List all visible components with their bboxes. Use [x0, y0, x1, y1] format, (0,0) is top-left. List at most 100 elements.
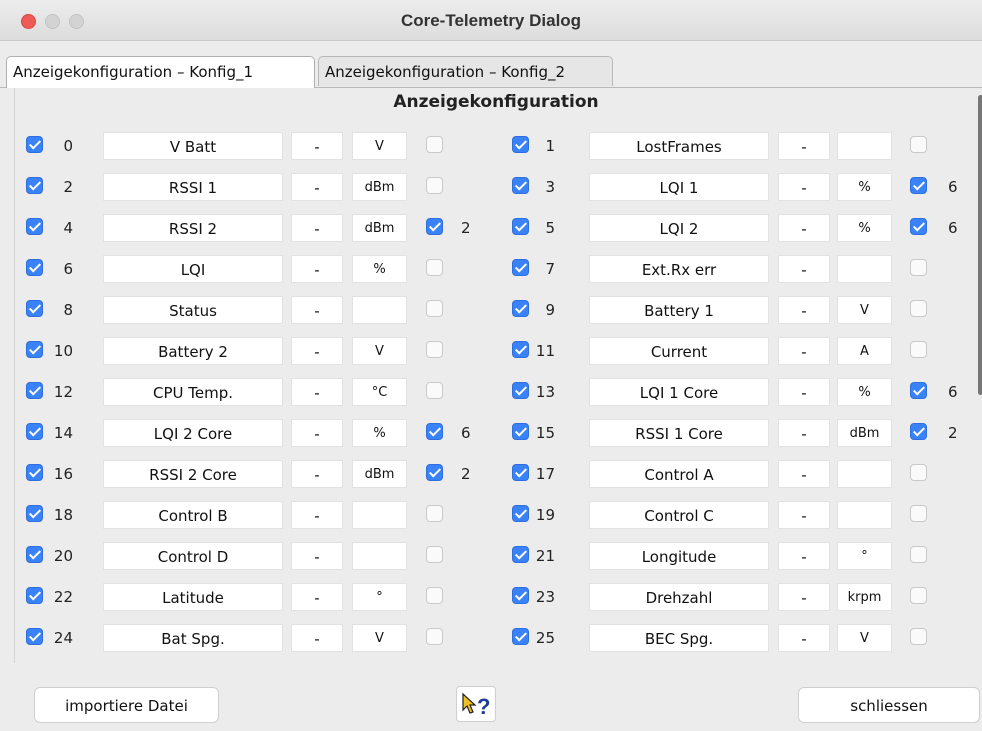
unit-field[interactable] — [837, 255, 892, 283]
alarm-checkbox[interactable] — [426, 628, 443, 645]
value-field[interactable]: - — [291, 542, 343, 570]
value-field[interactable]: - — [291, 214, 343, 242]
alarm-checkbox[interactable] — [910, 177, 927, 194]
unit-field[interactable]: dBm — [837, 419, 892, 447]
enable-checkbox[interactable] — [26, 136, 43, 153]
alarm-checkbox[interactable] — [426, 423, 443, 440]
sensor-name-field[interactable]: Control B — [103, 501, 283, 529]
value-field[interactable]: - — [291, 624, 343, 652]
sensor-name-field[interactable]: Battery 2 — [103, 337, 283, 365]
value-field[interactable]: - — [778, 542, 830, 570]
sensor-name-field[interactable]: Drehzahl — [589, 583, 769, 611]
sensor-name-field[interactable]: Longitude — [589, 542, 769, 570]
alarm-checkbox[interactable] — [426, 464, 443, 481]
unit-field[interactable] — [837, 501, 892, 529]
value-field[interactable]: - — [778, 132, 830, 160]
value-field[interactable]: - — [778, 255, 830, 283]
unit-field[interactable]: A — [837, 337, 892, 365]
alarm-checkbox[interactable] — [910, 300, 927, 317]
enable-checkbox[interactable] — [26, 464, 43, 481]
value-field[interactable]: - — [291, 501, 343, 529]
unit-field[interactable]: V — [352, 132, 407, 160]
alarm-checkbox[interactable] — [910, 341, 927, 358]
alarm-checkbox[interactable] — [426, 300, 443, 317]
unit-field[interactable]: % — [352, 255, 407, 283]
enable-checkbox[interactable] — [26, 546, 43, 563]
sensor-name-field[interactable]: RSSI 2 — [103, 214, 283, 242]
unit-field[interactable] — [837, 132, 892, 160]
alarm-checkbox[interactable] — [426, 546, 443, 563]
unit-field[interactable]: ° — [352, 583, 407, 611]
value-field[interactable]: - — [778, 624, 830, 652]
enable-checkbox[interactable] — [26, 423, 43, 440]
sensor-name-field[interactable]: LQI — [103, 255, 283, 283]
value-field[interactable]: - — [778, 337, 830, 365]
unit-field[interactable]: ° — [837, 542, 892, 570]
value-field[interactable]: - — [291, 255, 343, 283]
value-field[interactable]: - — [291, 419, 343, 447]
alarm-checkbox[interactable] — [910, 136, 927, 153]
enable-checkbox[interactable] — [26, 382, 43, 399]
enable-checkbox[interactable] — [26, 300, 43, 317]
alarm-checkbox[interactable] — [910, 464, 927, 481]
value-field[interactable]: - — [778, 173, 830, 201]
tab-konfig-1[interactable]: Anzeigekonfiguration – Konfig_1 — [6, 56, 315, 88]
value-field[interactable]: - — [291, 173, 343, 201]
sensor-name-field[interactable]: LQI 2 Core — [103, 419, 283, 447]
unit-field[interactable] — [352, 296, 407, 324]
sensor-name-field[interactable]: RSSI 2 Core — [103, 460, 283, 488]
unit-field[interactable]: V — [837, 296, 892, 324]
value-field[interactable]: - — [291, 132, 343, 160]
value-field[interactable]: - — [778, 419, 830, 447]
enable-checkbox[interactable] — [26, 218, 43, 235]
value-field[interactable]: - — [778, 378, 830, 406]
sensor-name-field[interactable]: Status — [103, 296, 283, 324]
alarm-checkbox[interactable] — [910, 382, 927, 399]
value-field[interactable]: - — [778, 296, 830, 324]
close-button[interactable]: schliessen — [798, 687, 980, 723]
enable-checkbox[interactable] — [26, 177, 43, 194]
sensor-name-field[interactable]: LostFrames — [589, 132, 769, 160]
sensor-name-field[interactable]: CPU Temp. — [103, 378, 283, 406]
unit-field[interactable]: % — [837, 173, 892, 201]
enable-checkbox[interactable] — [26, 505, 43, 522]
alarm-checkbox[interactable] — [426, 259, 443, 276]
alarm-checkbox[interactable] — [426, 382, 443, 399]
enable-checkbox[interactable] — [26, 587, 43, 604]
value-field[interactable]: - — [291, 583, 343, 611]
sensor-name-field[interactable]: RSSI 1 — [103, 173, 283, 201]
alarm-checkbox[interactable] — [910, 505, 927, 522]
alarm-checkbox[interactable] — [910, 628, 927, 645]
value-field[interactable]: - — [291, 296, 343, 324]
unit-field[interactable]: V — [837, 624, 892, 652]
unit-field[interactable]: krpm — [837, 583, 892, 611]
sensor-name-field[interactable]: BEC Spg. — [589, 624, 769, 652]
enable-checkbox[interactable] — [26, 341, 43, 358]
sensor-name-field[interactable]: RSSI 1 Core — [589, 419, 769, 447]
alarm-checkbox[interactable] — [910, 587, 927, 604]
alarm-checkbox[interactable] — [426, 587, 443, 604]
unit-field[interactable] — [352, 542, 407, 570]
value-field[interactable]: - — [778, 460, 830, 488]
alarm-checkbox[interactable] — [426, 341, 443, 358]
sensor-name-field[interactable]: Ext.Rx err — [589, 255, 769, 283]
alarm-checkbox[interactable] — [910, 423, 927, 440]
alarm-checkbox[interactable] — [426, 218, 443, 235]
enable-checkbox[interactable] — [26, 259, 43, 276]
unit-field[interactable]: V — [352, 624, 407, 652]
sensor-name-field[interactable]: Control D — [103, 542, 283, 570]
sensor-name-field[interactable]: Current — [589, 337, 769, 365]
sensor-name-field[interactable]: Control A — [589, 460, 769, 488]
alarm-checkbox[interactable] — [426, 136, 443, 153]
unit-field[interactable]: % — [837, 214, 892, 242]
import-file-button[interactable]: importiere Datei — [34, 687, 219, 723]
value-field[interactable]: - — [778, 583, 830, 611]
unit-field[interactable]: % — [837, 378, 892, 406]
sensor-name-field[interactable]: LQI 1 — [589, 173, 769, 201]
unit-field[interactable]: dBm — [352, 214, 407, 242]
unit-field[interactable]: dBm — [352, 460, 407, 488]
alarm-checkbox[interactable] — [910, 259, 927, 276]
unit-field[interactable]: dBm — [352, 173, 407, 201]
sensor-name-field[interactable]: Latitude — [103, 583, 283, 611]
unit-field[interactable] — [837, 460, 892, 488]
